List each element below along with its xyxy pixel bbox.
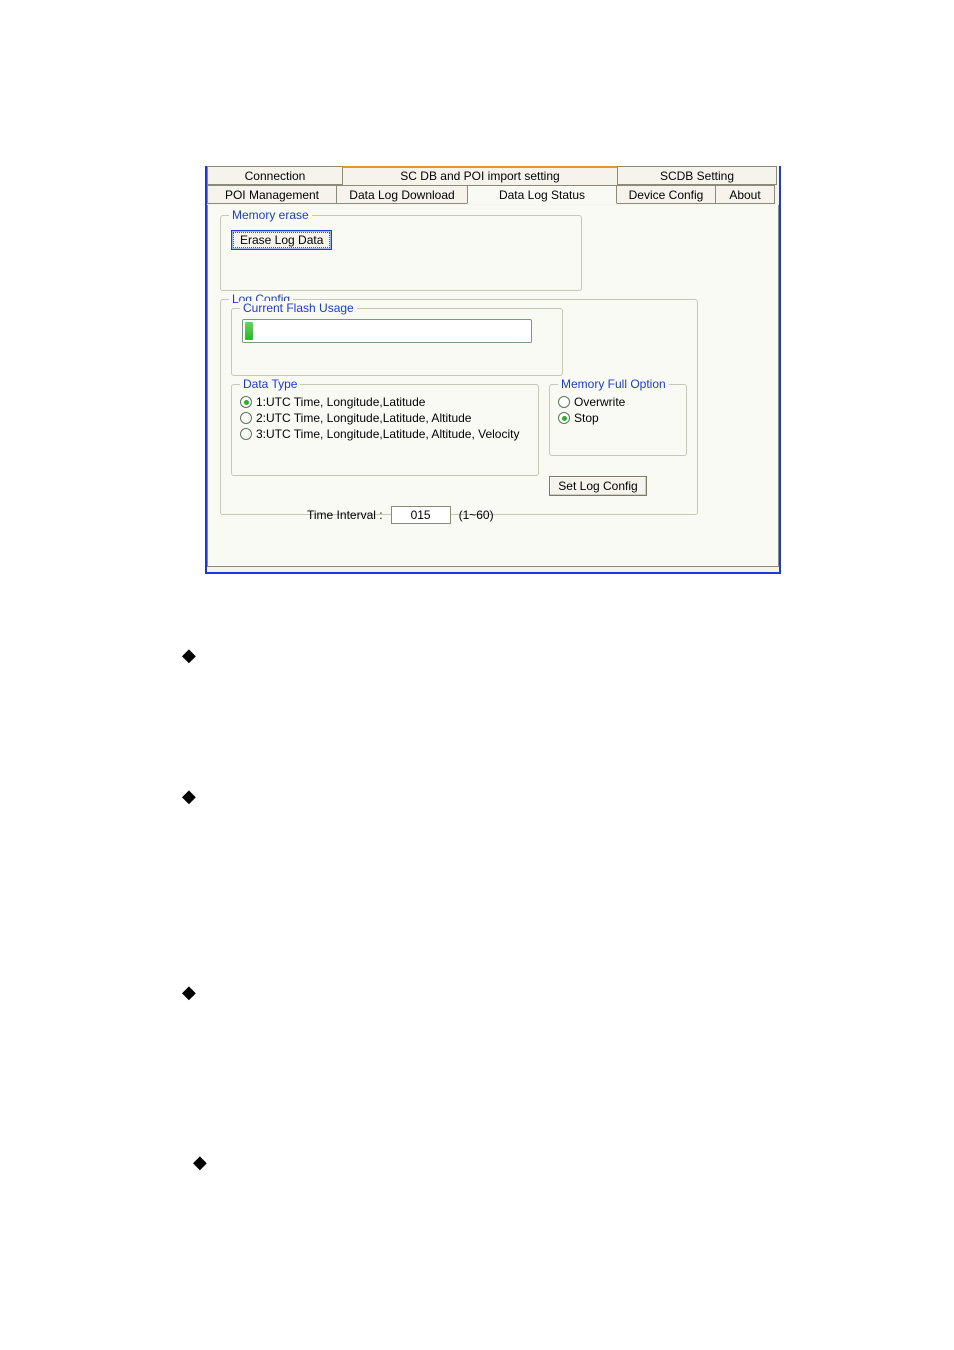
- settings-window: Connection SC DB and POI import setting …: [205, 166, 781, 574]
- tab-data-log-download[interactable]: Data Log Download: [336, 185, 468, 204]
- radio-stop[interactable]: Stop: [558, 411, 678, 425]
- radio-icon: [240, 428, 252, 440]
- time-interval-label: Time Interval :: [307, 508, 383, 522]
- bullet-diamond-icon: ◆: [182, 982, 196, 1003]
- radio-data-type-2[interactable]: 2:UTC Time, Longitude,Latitude, Altitude: [240, 411, 530, 425]
- radio-dot-icon: [244, 400, 249, 405]
- tab-poi-management[interactable]: POI Management: [207, 185, 337, 204]
- tab-connection[interactable]: Connection: [207, 166, 343, 185]
- time-interval-input[interactable]: [391, 506, 451, 524]
- legend-memory-full: Memory Full Option: [558, 377, 669, 391]
- tab-device-config[interactable]: Device Config: [616, 185, 716, 204]
- legend-flash-usage: Current Flash Usage: [240, 301, 357, 315]
- bullet-diamond-icon: ◆: [182, 645, 196, 666]
- radio-icon: [558, 412, 570, 424]
- legend-data-type: Data Type: [240, 377, 300, 391]
- legend-memory-erase: Memory erase: [229, 208, 312, 222]
- radio-icon: [558, 396, 570, 408]
- radio-label-3: 3:UTC Time, Longitude,Latitude, Altitude…: [256, 427, 519, 441]
- group-current-flash-usage: Current Flash Usage: [231, 308, 563, 376]
- time-interval-row: Time Interval : (1~60): [307, 506, 687, 524]
- radio-overwrite[interactable]: Overwrite: [558, 395, 678, 409]
- bullet-diamond-icon: ◆: [182, 786, 196, 807]
- tab-sc-db-poi-import[interactable]: SC DB and POI import setting: [342, 166, 618, 186]
- group-data-type: Data Type 1:UTC Time, Longitude,Latitude…: [231, 384, 539, 476]
- group-log-config: Log Config Current Flash Usage Data Type…: [220, 299, 698, 515]
- tab-about[interactable]: About: [715, 185, 775, 204]
- radio-icon: [240, 412, 252, 424]
- tab-scdb-setting[interactable]: SCDB Setting: [617, 166, 777, 185]
- radio-dot-icon: [562, 416, 567, 421]
- group-memory-full-option: Memory Full Option Overwrite Stop: [549, 384, 687, 456]
- set-log-config-button[interactable]: Set Log Config: [549, 476, 647, 496]
- flash-usage-fill: [245, 322, 253, 340]
- radio-data-type-3[interactable]: 3:UTC Time, Longitude,Latitude, Altitude…: [240, 427, 530, 441]
- radio-icon: [240, 396, 252, 408]
- radio-label-overwrite: Overwrite: [574, 395, 625, 409]
- time-interval-range: (1~60): [459, 508, 494, 522]
- tab-data-log-status[interactable]: Data Log Status: [467, 185, 617, 204]
- radio-label-2: 2:UTC Time, Longitude,Latitude, Altitude: [256, 411, 471, 425]
- erase-log-data-button[interactable]: Erase Log Data: [231, 230, 332, 250]
- bullet-diamond-icon: ◆: [193, 1152, 207, 1173]
- radio-data-type-1[interactable]: 1:UTC Time, Longitude,Latitude: [240, 395, 530, 409]
- tab-row-bottom: POI Management Data Log Download Data Lo…: [207, 185, 779, 205]
- group-memory-erase: Memory erase Erase Log Data: [220, 215, 582, 291]
- flash-usage-progressbar: [242, 319, 532, 343]
- radio-label-1: 1:UTC Time, Longitude,Latitude: [256, 395, 425, 409]
- panel-data-log-status: Memory erase Erase Log Data Log Config C…: [207, 205, 779, 567]
- tab-row-top: Connection SC DB and POI import setting …: [207, 166, 779, 186]
- radio-label-stop: Stop: [574, 411, 599, 425]
